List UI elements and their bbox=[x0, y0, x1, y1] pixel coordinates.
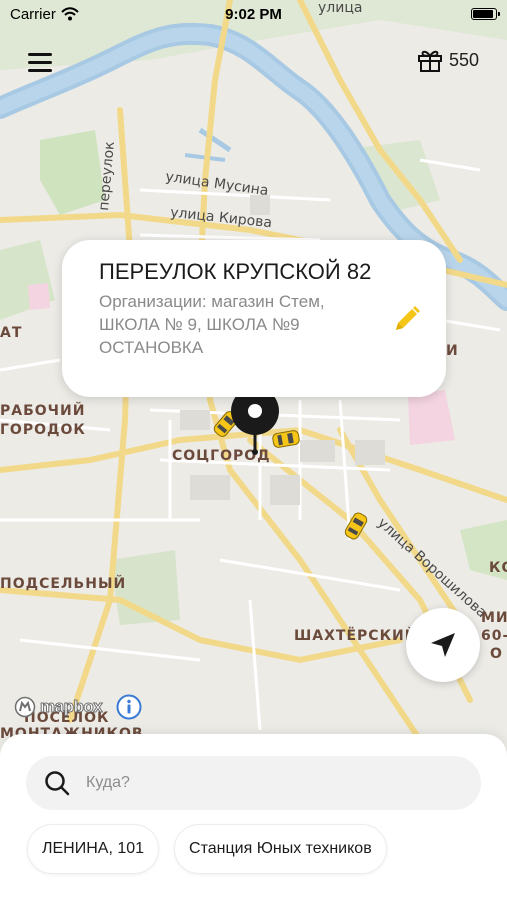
district-label: 60-Т bbox=[481, 628, 507, 644]
info-icon[interactable] bbox=[116, 694, 142, 720]
district-label: И bbox=[446, 343, 459, 359]
district-label: КО bbox=[489, 560, 507, 576]
battery-icon bbox=[471, 8, 500, 20]
district-label: ПОДСЕЛЬНЫЙ bbox=[0, 576, 127, 592]
address-title: ПЕРЕУЛОК КРУПСКОЙ 82 bbox=[99, 259, 372, 284]
district-label: РАБОЧИЙ bbox=[0, 403, 86, 419]
search-icon bbox=[45, 771, 70, 796]
gift-icon bbox=[417, 50, 442, 72]
mapbox-attribution: mapbox bbox=[14, 694, 142, 720]
navigation-arrow-icon bbox=[431, 633, 455, 657]
destination-search-bar[interactable] bbox=[26, 756, 481, 810]
mapbox-logo-icon bbox=[14, 696, 36, 718]
quick-destinations: ЛЕНИНА, 101 Станция Юных техников bbox=[27, 824, 387, 874]
quick-destination-chip[interactable]: ЛЕНИНА, 101 bbox=[27, 824, 160, 874]
menu-button[interactable] bbox=[28, 48, 62, 76]
quick-destination-chip[interactable]: Станция Юных техников bbox=[174, 824, 387, 874]
district-label: О bbox=[490, 646, 503, 662]
status-left: Carrier bbox=[10, 6, 79, 23]
destination-search-input[interactable] bbox=[86, 774, 446, 792]
taxi-app-screen: улица улица Мусина улица Кирова переулок… bbox=[0, 0, 507, 900]
bottom-sheet: ЛЕНИНА, 101 Станция Юных техников bbox=[0, 734, 507, 900]
wifi-icon bbox=[61, 7, 79, 21]
pencil-icon[interactable] bbox=[392, 304, 422, 334]
district-label: АТ bbox=[0, 325, 23, 341]
carrier-label: Carrier bbox=[10, 5, 56, 23]
status-bar: Carrier 9:02 PM bbox=[0, 0, 507, 28]
bonus-points: 550 bbox=[448, 49, 479, 70]
district-label: ГОРОДОК bbox=[0, 422, 86, 438]
district-label: ШАХТЁРСКИЙ bbox=[294, 628, 418, 644]
hamburger-line bbox=[28, 68, 52, 72]
mapbox-wordmark: mapbox bbox=[39, 697, 103, 717]
address-card[interactable]: ПЕРЕУЛОК КРУПСКОЙ 82 Организации: магази… bbox=[62, 240, 446, 397]
address-subtitle: Организации: магазин Стем, ШКОЛА № 9, ШК… bbox=[99, 292, 325, 357]
bonus-button[interactable]: 550 bbox=[417, 48, 479, 72]
hamburger-menu-icon bbox=[28, 52, 52, 56]
hamburger-line bbox=[28, 60, 52, 64]
district-label: МИК bbox=[481, 610, 507, 626]
locate-me-button[interactable] bbox=[406, 608, 480, 682]
